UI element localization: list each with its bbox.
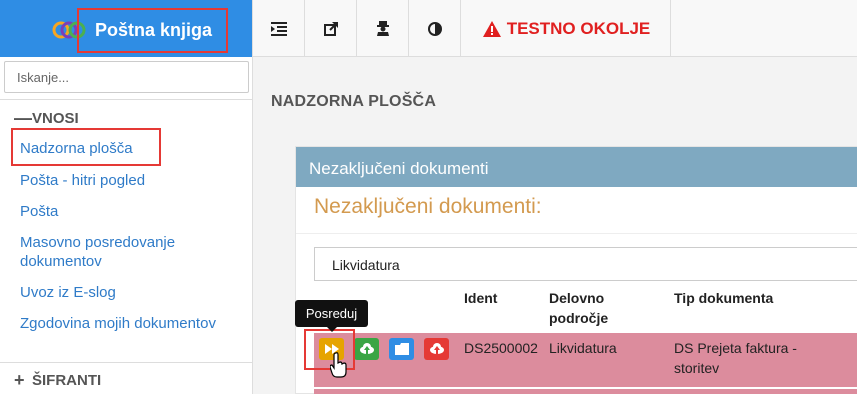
external-link-button[interactable] [305, 0, 357, 57]
highlight-box [11, 128, 161, 166]
upload-button[interactable] [354, 338, 379, 360]
expand-icon: + [14, 370, 25, 390]
user-button[interactable] [357, 0, 409, 57]
sidebar-item-masovno-posredovanje[interactable]: Masovno posredovanje dokumentov [20, 233, 240, 271]
brand-bar: Poštna knjiga [0, 0, 252, 57]
sidebar-item-posta[interactable]: Pošta [20, 202, 240, 221]
folder-button[interactable] [389, 338, 414, 360]
tooltip: Posreduj [295, 300, 368, 332]
cloud-upload-icon [359, 343, 374, 354]
contrast-icon [427, 21, 442, 36]
folder-icon [394, 343, 409, 355]
row-ident: DS2500002 [464, 340, 538, 356]
topbar: TESTNO OKOLJE [253, 0, 857, 57]
column-header-type[interactable]: Tip dokumenta [674, 288, 773, 308]
collapse-icon: — [14, 108, 32, 128]
cloud-upload-icon [429, 343, 444, 354]
user-secret-icon [376, 21, 389, 36]
page-title: NADZORNA PLOŠČA [271, 93, 437, 110]
divider [0, 99, 253, 100]
divider [296, 233, 857, 234]
environment-warning: TESTNO OKOLJE [463, 0, 671, 57]
warning-text: TESTNO OKOLJE [506, 18, 651, 38]
sidebar-item-uvoz-e-slog[interactable]: Uvoz iz E-slog [20, 283, 240, 302]
divider [0, 362, 253, 363]
section-sifranti[interactable]: + ŠIFRANTI [14, 370, 101, 391]
row-type: DS Prejeta faktura - storitev [674, 340, 797, 376]
table-row[interactable] [314, 389, 857, 394]
section-label: ŠIFRANTI [32, 372, 102, 389]
contrast-button[interactable] [409, 0, 461, 57]
search-input[interactable] [4, 61, 249, 93]
area-filter-select[interactable]: Likvidatura [314, 247, 857, 281]
hand-cursor-icon [330, 352, 347, 378]
section-label: VNOSI [32, 110, 79, 127]
highlight-box [77, 8, 228, 53]
panel-subtitle: Nezaključeni dokumenti: [314, 195, 542, 218]
upload-alt-button[interactable] [424, 338, 449, 360]
row-area: Likvidatura [549, 340, 617, 356]
sidebar-item-posta-hitri-pogled[interactable]: Pošta - hitri pogled [20, 171, 240, 190]
warning-icon [482, 20, 501, 37]
external-link-icon [323, 21, 338, 36]
toggle-sidebar-button[interactable] [253, 0, 305, 57]
sidebar: Poštna knjiga — VNOSI Nadzorna plošča Po… [0, 0, 253, 394]
panel-title: Nezaključeni dokumenti [296, 147, 857, 187]
open-documents-panel: Nezaključeni dokumenti Nezaključeni doku… [295, 146, 857, 394]
column-header-area[interactable]: Delovno področje [549, 288, 649, 328]
sidebar-item-zgodovina[interactable]: Zgodovina mojih dokumentov [20, 314, 240, 333]
topbar-filler [671, 0, 857, 57]
column-header-ident[interactable]: Ident [464, 288, 497, 308]
indent-icon [270, 21, 287, 36]
section-vnosi[interactable]: — VNOSI [14, 108, 79, 129]
